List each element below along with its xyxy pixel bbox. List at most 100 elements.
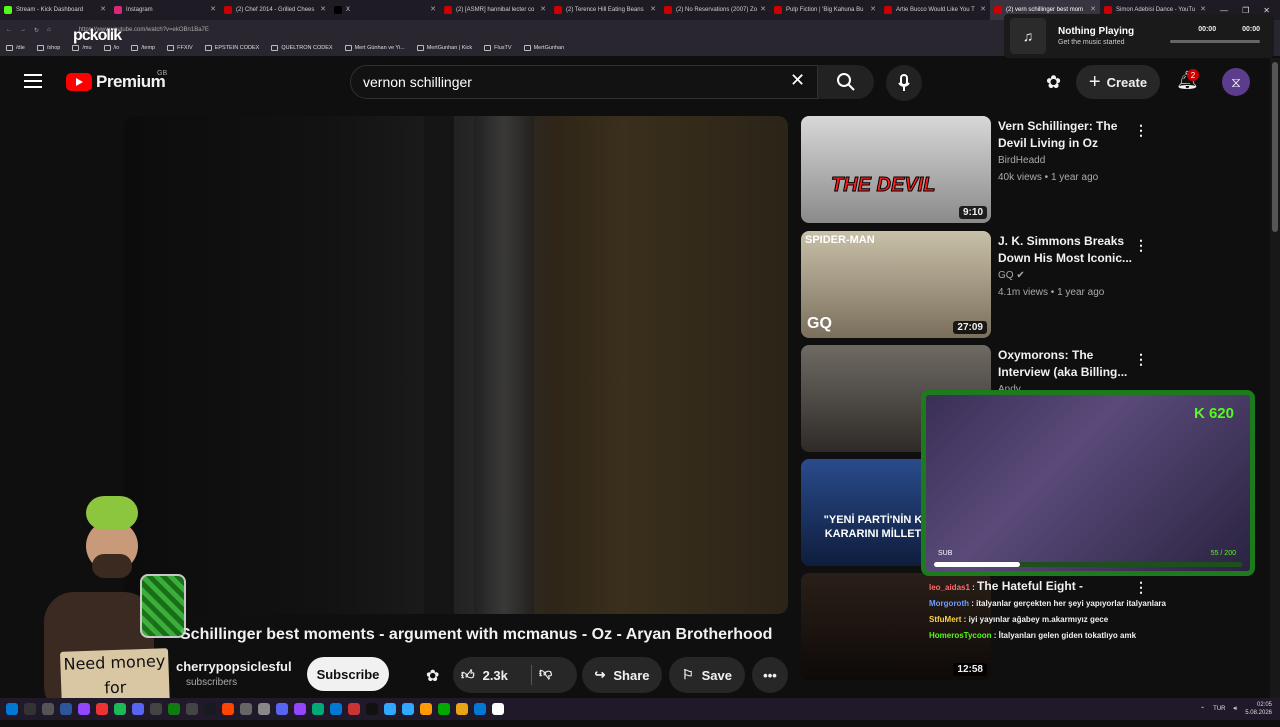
taskbar-app-icon[interactable] bbox=[384, 703, 396, 715]
bookmark-item[interactable]: MertGunhan | Kick bbox=[416, 45, 472, 51]
bookmark-item[interactable]: /die bbox=[6, 45, 25, 51]
video-thumbnail[interactable]: SPIDER-MAN GQ 27:09 bbox=[801, 231, 991, 338]
recommendation-item[interactable]: THE DEVIL 9:10 Vern Schillinger: The Dev… bbox=[801, 116, 1151, 224]
hamburger-menu-icon[interactable] bbox=[24, 74, 42, 88]
bookmark-item[interactable]: MertGunhan bbox=[523, 45, 564, 51]
taskbar-app-icon[interactable] bbox=[492, 703, 504, 715]
taskbar-app-icon[interactable] bbox=[6, 703, 18, 715]
taskbar-app-icon[interactable] bbox=[348, 703, 360, 715]
browser-tab[interactable]: (2) No Reservations (2007) Zo ✕ bbox=[660, 0, 770, 20]
tab-close-icon[interactable]: ✕ bbox=[1090, 5, 1096, 13]
bookmark-item[interactable]: FlusTV bbox=[484, 45, 512, 51]
keyboard-language[interactable]: TUR bbox=[1213, 706, 1225, 712]
more-vertical-icon[interactable]: ⋮ bbox=[1134, 122, 1148, 139]
create-button[interactable]: + Create bbox=[1076, 65, 1160, 99]
browser-tab[interactable]: X ✕ bbox=[330, 0, 440, 20]
share-button[interactable]: ↪ Share bbox=[582, 657, 662, 693]
taskbar-app-icon[interactable] bbox=[132, 703, 144, 715]
clear-search-icon[interactable]: ✕ bbox=[790, 70, 805, 91]
taskbar-app-icon[interactable] bbox=[474, 703, 486, 715]
taskbar-app-icon[interactable] bbox=[222, 703, 234, 715]
taskbar-app-icon[interactable] bbox=[258, 703, 270, 715]
tab-close-icon[interactable]: ✕ bbox=[210, 5, 216, 13]
taskbar-app-icon[interactable] bbox=[186, 703, 198, 715]
more-vertical-icon[interactable]: ⋮ bbox=[1134, 351, 1148, 368]
account-avatar[interactable]: ⧖ bbox=[1222, 68, 1250, 96]
taskbar-app-icon[interactable] bbox=[240, 703, 252, 715]
save-button[interactable]: ⚐ Save bbox=[669, 657, 745, 693]
recommendation-item[interactable]: SPIDER-MAN GQ 27:09 J. K. Simmons Breaks… bbox=[801, 231, 1151, 339]
channel-name[interactable]: cherrypopsiclesful bbox=[176, 659, 292, 674]
taskbar-app-icon[interactable] bbox=[114, 703, 126, 715]
tab-close-icon[interactable]: ✕ bbox=[100, 5, 106, 13]
taskbar-app-icon[interactable] bbox=[456, 703, 468, 715]
tab-close-icon[interactable]: ✕ bbox=[650, 5, 656, 13]
bookmark-item[interactable]: /io bbox=[103, 45, 119, 51]
recommendation-title[interactable]: Vern Schillinger: The Devil Living in Oz bbox=[998, 118, 1138, 152]
taskbar-app-icon[interactable] bbox=[312, 703, 324, 715]
search-button[interactable] bbox=[818, 65, 874, 99]
system-clock[interactable]: 02:05 5.08.2026 bbox=[1245, 701, 1272, 717]
now-playing-progress[interactable] bbox=[1170, 40, 1260, 43]
tab-close-icon[interactable]: ✕ bbox=[760, 5, 766, 13]
browser-tab[interactable]: (2) [ASMR] hannibal lecter co ✕ bbox=[440, 0, 550, 20]
taskbar-app-icon[interactable] bbox=[204, 703, 216, 715]
recommendation-title[interactable]: J. K. Simmons Breaks Down His Most Iconi… bbox=[998, 233, 1138, 267]
tray-chevron-icon[interactable]: ⌃ bbox=[1200, 706, 1205, 713]
browser-tab[interactable]: Pulp Fiction | 'Big Kahuna Bu ✕ bbox=[770, 0, 880, 20]
taskbar-app-icon[interactable] bbox=[78, 703, 90, 715]
extension-icon[interactable]: ✿ bbox=[1046, 72, 1061, 93]
page-scrollbar[interactable] bbox=[1270, 58, 1280, 698]
more-actions-button[interactable]: ••• bbox=[752, 657, 788, 693]
tab-close-icon[interactable]: ✕ bbox=[430, 5, 436, 13]
tab-close-icon[interactable]: ✕ bbox=[1200, 5, 1206, 13]
extension-action-icon[interactable]: ✿ bbox=[426, 666, 439, 686]
taskbar-app-icon[interactable] bbox=[366, 703, 378, 715]
youtube-logo[interactable]: Premium bbox=[66, 72, 166, 92]
bookmark-item[interactable]: Mert Günhan ve Yi... bbox=[344, 45, 405, 51]
tab-close-icon[interactable]: ✕ bbox=[870, 5, 876, 13]
bookmark-item[interactable]: QUELTRON CODEX bbox=[271, 45, 333, 51]
back-icon[interactable]: ← bbox=[6, 27, 12, 33]
bookmark-item[interactable]: FFXIV bbox=[167, 45, 193, 51]
browser-tab[interactable]: Instagram ✕ bbox=[110, 0, 220, 20]
voice-search-button[interactable] bbox=[886, 65, 922, 101]
taskbar-app-icon[interactable] bbox=[42, 703, 54, 715]
recommendation-channel[interactable]: BirdHeadd bbox=[998, 155, 1045, 166]
video-thumbnail[interactable]: THE DEVIL 9:10 bbox=[801, 116, 991, 223]
bookmark-item[interactable]: /mu bbox=[72, 45, 92, 51]
like-button[interactable]: 👍︎ 2.3k bbox=[461, 667, 508, 683]
taskbar-app-icon[interactable] bbox=[150, 703, 162, 715]
taskbar-app-icon[interactable] bbox=[402, 703, 414, 715]
taskbar-app-icon[interactable] bbox=[168, 703, 180, 715]
forward-icon[interactable]: → bbox=[20, 27, 26, 33]
taskbar-app-icon[interactable] bbox=[276, 703, 288, 715]
video-player[interactable] bbox=[124, 116, 788, 614]
bookmark-item[interactable]: EPSTEIN CODEX bbox=[204, 45, 259, 51]
taskbar-app-icon[interactable] bbox=[24, 703, 36, 715]
browser-tab[interactable]: (2) Chef 2014 - Grilled Chees ✕ bbox=[220, 0, 330, 20]
bookmark-item[interactable]: /shop bbox=[36, 45, 60, 51]
recommendation-channel[interactable]: GQ ✔ bbox=[998, 270, 1025, 281]
taskbar-app-icon[interactable] bbox=[294, 703, 306, 715]
taskbar-app-icon[interactable] bbox=[330, 703, 342, 715]
subscribe-button[interactable]: Subscribe bbox=[307, 657, 389, 691]
taskbar-app-icon[interactable] bbox=[60, 703, 72, 715]
tab-close-icon[interactable]: ✕ bbox=[540, 5, 546, 13]
reload-icon[interactable]: ↻ bbox=[34, 27, 39, 34]
speaker-icon[interactable]: 🔊︎ bbox=[1234, 706, 1238, 713]
taskbar-app-icon[interactable] bbox=[438, 703, 450, 715]
bookmark-item[interactable]: /temp bbox=[131, 45, 155, 51]
taskbar-app-icon[interactable] bbox=[420, 703, 432, 715]
scrollbar-thumb[interactable] bbox=[1272, 62, 1278, 232]
tab-close-icon[interactable]: ✕ bbox=[980, 5, 986, 13]
more-vertical-icon[interactable]: ⋮ bbox=[1134, 237, 1148, 254]
recommendation-title[interactable]: Oxymorons: The Interview (aka Billing... bbox=[998, 347, 1138, 381]
taskbar-app-icon[interactable] bbox=[96, 703, 108, 715]
browser-tab[interactable]: (2) Terence Hill Eating Beans ✕ bbox=[550, 0, 660, 20]
browser-tab[interactable]: Stream - Kick Dashboard ✕ bbox=[0, 0, 110, 20]
dislike-button[interactable]: 👎︎ bbox=[539, 665, 552, 681]
home-icon[interactable]: ⌂ bbox=[47, 27, 51, 33]
tab-close-icon[interactable]: ✕ bbox=[320, 5, 326, 13]
search-input[interactable]: vernon schillinger bbox=[350, 65, 818, 99]
